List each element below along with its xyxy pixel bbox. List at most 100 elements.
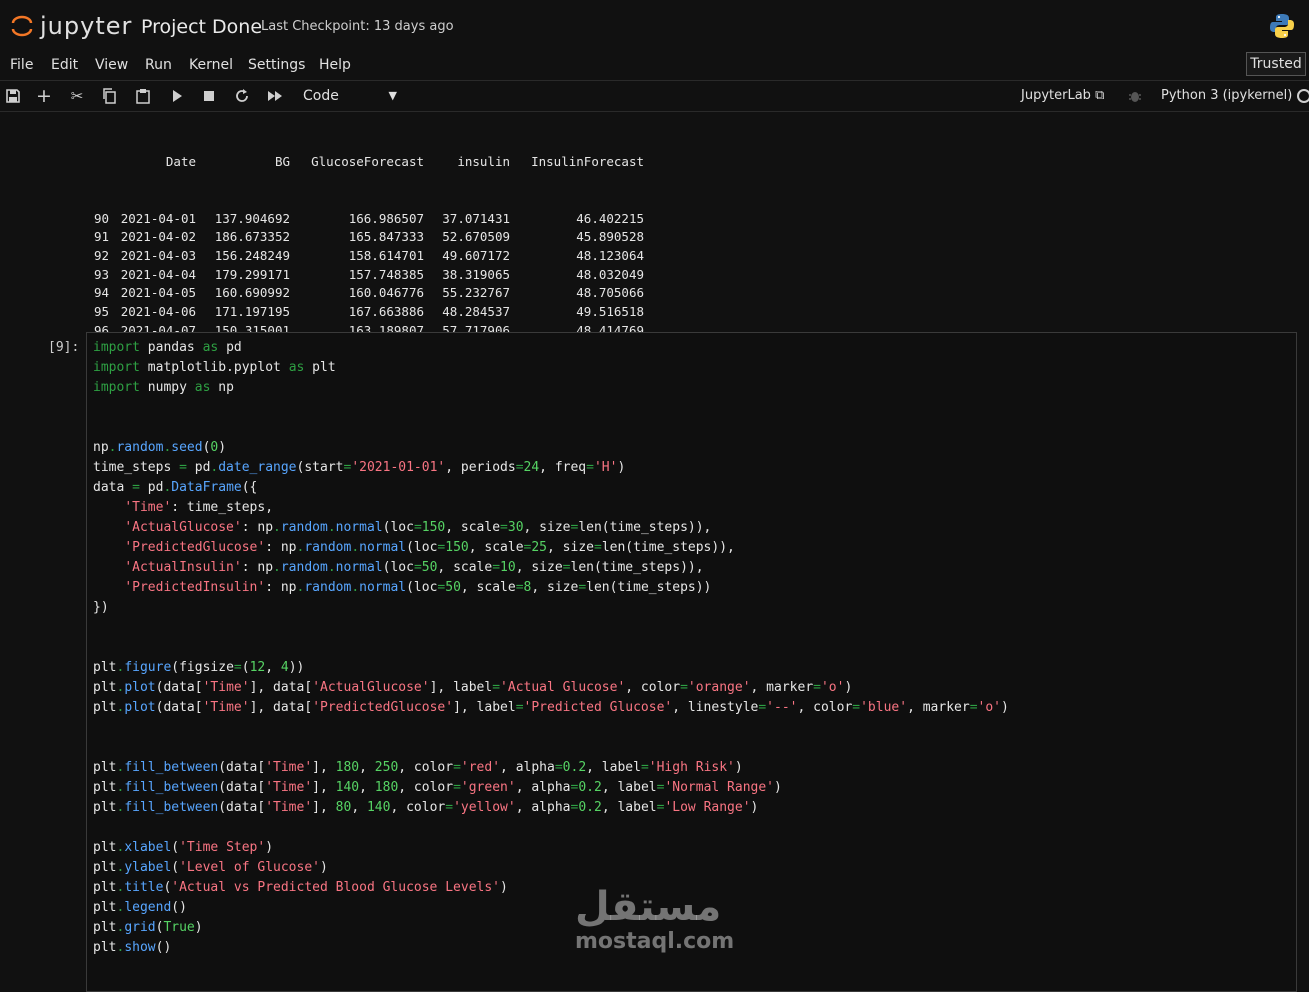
table-row: 92 2021-04-03 156.248249 158.614701 49.60717… xyxy=(94,247,644,266)
table-cell: 157.748385 xyxy=(348,266,424,282)
code-line: plt.figure(figsize=(12, 4)) xyxy=(93,658,1009,678)
code-token: (figsize xyxy=(171,660,234,675)
code-token: = xyxy=(680,680,688,695)
code-token: plt xyxy=(93,880,117,895)
code-token: , xyxy=(351,800,367,815)
watermark-latin: mostaql.com xyxy=(575,929,735,954)
code-token: (loc xyxy=(406,540,438,555)
code-token: 140 xyxy=(335,780,360,795)
code-token: () xyxy=(155,940,172,955)
scissors-icon[interactable]: ✂ xyxy=(68,87,86,105)
cell-prompt: [9]: xyxy=(48,340,80,355)
code-token: 'orange' xyxy=(687,680,751,695)
trusted-badge[interactable]: Trusted xyxy=(1246,52,1306,76)
code-line: 'Time': time_steps, xyxy=(93,498,1009,518)
code-token: 50 xyxy=(421,560,438,575)
code-token: ], xyxy=(312,780,336,795)
stop-icon[interactable] xyxy=(200,87,218,105)
code-token: 'green' xyxy=(460,780,516,795)
code-token: . xyxy=(327,560,336,575)
code-token: seed xyxy=(171,440,203,455)
restart-icon[interactable] xyxy=(233,87,251,105)
code-token: , scale xyxy=(445,520,501,535)
code-token: , color xyxy=(625,680,681,695)
plus-icon[interactable]: + xyxy=(35,87,53,106)
table-cell: 93 xyxy=(94,266,110,282)
code-token: , freq xyxy=(539,460,587,475)
kernel-status-icon xyxy=(1297,89,1309,103)
kernel-name[interactable]: Python 3 (ipykernel) xyxy=(1161,88,1292,103)
table-cell: 37.071431 xyxy=(442,210,510,226)
code-token: = xyxy=(492,680,501,695)
open-jupyterlab-link[interactable]: JupyterLab ⧉ xyxy=(1021,88,1104,103)
menu-edit[interactable]: Edit xyxy=(51,57,78,73)
code-token: plt xyxy=(93,860,117,875)
code-token: , xyxy=(265,660,281,675)
code-token: (data[ xyxy=(218,780,266,795)
menu-help[interactable]: Help xyxy=(319,57,351,73)
debugger-icon[interactable] xyxy=(1128,88,1142,104)
code-token: plt xyxy=(93,660,117,675)
paste-icon[interactable] xyxy=(134,87,152,105)
cell-type-select[interactable]: Code ▼ xyxy=(295,85,403,107)
menu-run[interactable]: Run xyxy=(145,57,172,73)
code-editor[interactable]: import pandas as pd import matplotlib.pyp… xyxy=(93,338,1009,958)
code-token: , size xyxy=(523,520,571,535)
jupyter-logo[interactable]: jupyter xyxy=(10,12,132,40)
fast-forward-icon[interactable] xyxy=(266,87,284,105)
code-token: . xyxy=(351,580,360,595)
code-token: normal xyxy=(335,520,383,535)
code-token: 4 xyxy=(280,660,289,675)
code-token: , xyxy=(359,780,375,795)
code-token: ( xyxy=(241,660,250,675)
code-token: = xyxy=(586,460,594,475)
code-token: '--' xyxy=(766,700,798,715)
code-token: 30 xyxy=(507,520,524,535)
code-token: ( xyxy=(171,860,180,875)
code-token: = xyxy=(132,480,140,495)
code-token: : np xyxy=(241,520,274,535)
code-line: 'ActualGlucose': np.random.normal(loc=15… xyxy=(93,518,1009,538)
code-token: 'Actual vs Predicted Blood Glucose Level… xyxy=(171,880,501,895)
code-token: = xyxy=(515,580,524,595)
play-icon[interactable] xyxy=(168,87,186,105)
code-token: plot xyxy=(124,700,156,715)
table-cell: 137.904692 xyxy=(214,210,290,226)
code-token: = xyxy=(758,700,767,715)
code-token: ], label xyxy=(453,700,516,715)
menu-bar: File Edit View Run Kernel Settings Help xyxy=(0,50,1309,81)
code-token: data xyxy=(93,480,133,495)
code-token: , color xyxy=(398,760,454,775)
logo-text: jupyter xyxy=(40,12,133,40)
code-token: : np xyxy=(241,560,274,575)
code-token: True xyxy=(163,920,195,935)
code-line: import matplotlib.pyplot as plt xyxy=(93,358,1009,378)
notebook-title[interactable]: Project Done xyxy=(141,16,262,38)
menu-view[interactable]: View xyxy=(95,57,128,73)
table-cell: 2021-04-05 xyxy=(120,285,196,301)
code-token: , size xyxy=(515,560,563,575)
copy-icon[interactable] xyxy=(101,87,119,105)
code-token: , marker xyxy=(907,700,970,715)
code-token: random xyxy=(304,580,352,595)
code-token: 180 xyxy=(335,760,360,775)
menu-kernel[interactable]: Kernel xyxy=(189,57,233,73)
save-icon[interactable] xyxy=(4,87,22,105)
menu-file[interactable]: File xyxy=(10,57,33,73)
code-token: (data[ xyxy=(155,680,203,695)
code-token: normal xyxy=(359,540,407,555)
code-token: title xyxy=(124,880,164,895)
code-token: = xyxy=(554,760,563,775)
code-token: 'Level of Glucose' xyxy=(179,860,320,875)
output-header-row: Date BG GlucoseForecast insulin InsulinF… xyxy=(94,153,644,172)
menu-settings[interactable]: Settings xyxy=(248,57,305,73)
table-cell: 91 xyxy=(94,229,110,245)
code-token: date_range xyxy=(218,460,297,475)
code-token: ], xyxy=(312,800,336,815)
code-line: plt.title('Actual vs Predicted Blood Glu… xyxy=(93,878,1009,898)
code-line: time_steps = pd.date_range(start='2021-0… xyxy=(93,458,1009,478)
